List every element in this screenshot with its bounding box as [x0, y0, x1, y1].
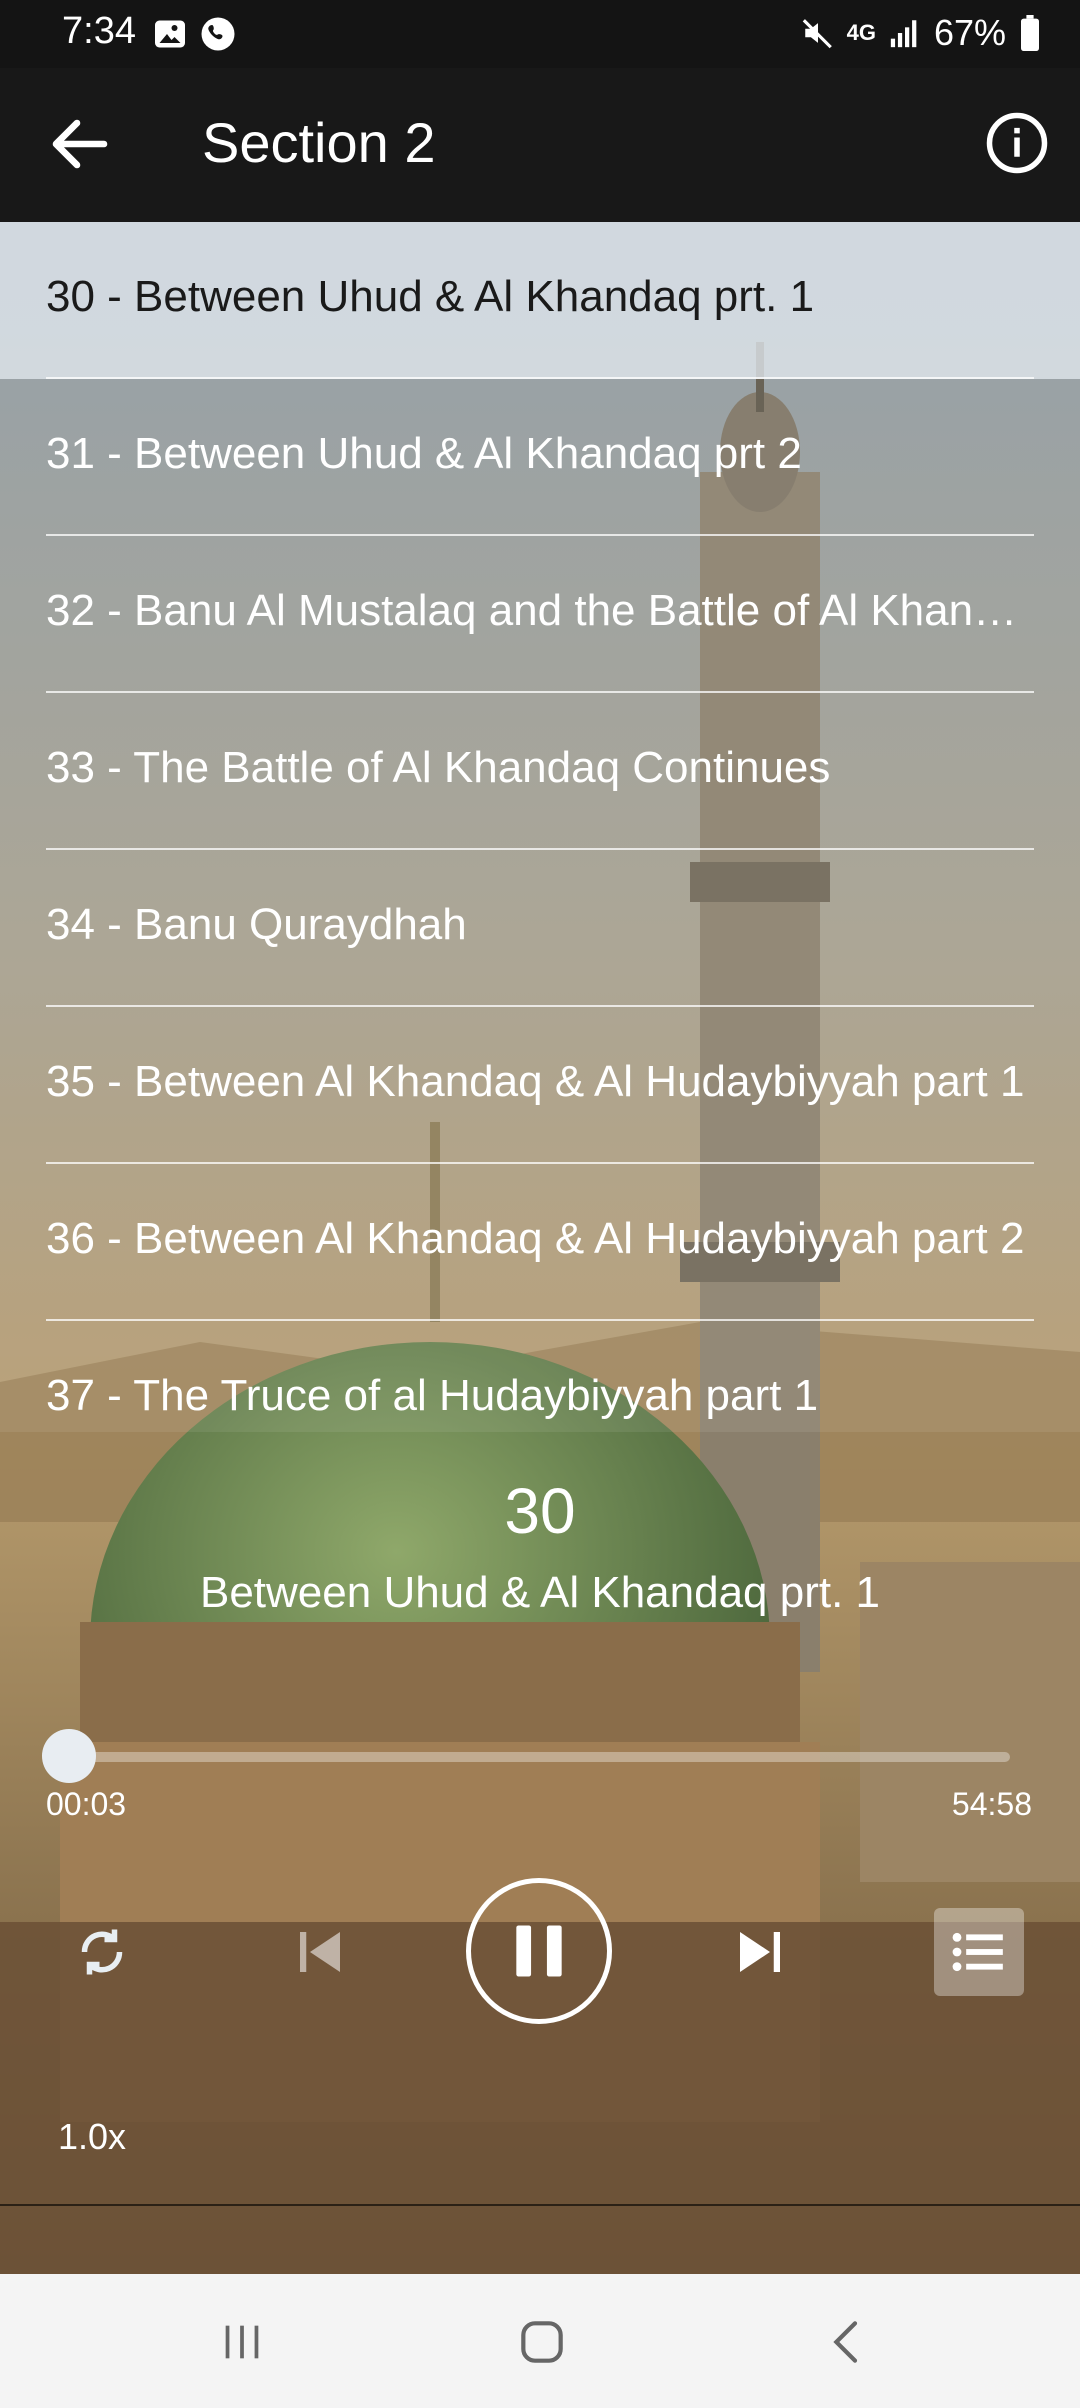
battery-icon: [1021, 15, 1039, 51]
track-row[interactable]: 30 - Between Uhud & Al Khandaq prt. 1: [0, 222, 1080, 379]
signal-icon: [890, 20, 917, 48]
system-icons: 4G 67%: [801, 12, 1042, 54]
status-bar: 7:34 4G 67%: [0, 0, 1080, 68]
track-row[interactable]: 36 - Between Al Khandaq & Al Hudaybiyyah…: [0, 1164, 1080, 1321]
track-row[interactable]: 31 - Between Uhud & Al Khandaq prt 2: [0, 379, 1080, 536]
network-type: 4G: [846, 20, 876, 45]
seek-thumb[interactable]: [42, 1729, 96, 1783]
total-time: 54:58: [951, 1786, 1032, 1822]
skip-next-icon[interactable]: [730, 1922, 790, 1982]
pause-button[interactable]: [466, 1878, 612, 2024]
playlist-button[interactable]: [934, 1908, 1024, 1996]
gallery-icon: [155, 20, 185, 48]
divider: [0, 2204, 1080, 2206]
track-row[interactable]: 33 - The Battle of Al Khandaq Continues: [0, 693, 1080, 850]
track-title: 36 - Between Al Khandaq & Al Hudaybiyyah…: [46, 1214, 1025, 1263]
pause-icon: [516, 1925, 562, 1977]
track-title: 34 - Banu Quraydhah: [46, 900, 467, 949]
track-title: 30 - Between Uhud & Al Khandaq prt. 1: [46, 272, 815, 321]
app-bar: Section 2: [0, 68, 1080, 222]
playback-speed[interactable]: 1.0x: [58, 2116, 126, 2158]
arrow-left-icon[interactable]: [44, 108, 116, 180]
list-icon: [952, 1932, 1003, 1972]
skip-previous-icon[interactable]: [290, 1922, 350, 1982]
track-title: 35 - Between Al Khandaq & Al Hudaybiyyah…: [46, 1057, 1025, 1106]
repeat-icon[interactable]: [72, 1922, 132, 1982]
track-row[interactable]: 32 - Banu Al Mustalaq and the Battle of …: [0, 536, 1080, 693]
track-row[interactable]: 37 - The Truce of al Hudaybiyyah part 1: [0, 1321, 1080, 1432]
recents-icon[interactable]: [212, 2314, 272, 2370]
current-time: 00:03: [46, 1786, 127, 1822]
back-icon[interactable]: [818, 2314, 878, 2370]
now-playing-number: 30: [504, 1475, 576, 1547]
mute-icon: [802, 19, 832, 49]
page-title: Section 2: [202, 111, 436, 174]
track-row[interactable]: 34 - Banu Quraydhah: [0, 850, 1080, 1007]
home-icon[interactable]: [512, 2314, 572, 2370]
track-row[interactable]: 35 - Between Al Khandaq & Al Hudaybiyyah…: [0, 1007, 1080, 1164]
phone-icon: [201, 17, 235, 51]
track-list: 30 - Between Uhud & Al Khandaq prt. 1 31…: [0, 222, 1080, 1432]
track-title: 37 - The Truce of al Hudaybiyyah part 1: [46, 1371, 819, 1420]
system-nav-bar: [0, 2274, 1080, 2408]
track-title: 33 - The Battle of Al Khandaq Continues: [46, 743, 831, 792]
seek-bar[interactable]: [68, 1752, 1010, 1762]
now-playing-title: Between Uhud & Al Khandaq prt. 1: [199, 1568, 881, 1617]
notification-icons: [152, 16, 236, 52]
battery-level: 67%: [933, 12, 1006, 53]
info-circle-icon[interactable]: [984, 110, 1050, 176]
track-title: 31 - Between Uhud & Al Khandaq prt 2: [46, 429, 802, 478]
status-time: 7:34: [62, 10, 136, 52]
track-title: 32 - Banu Al Mustalaq and the Battle of …: [46, 586, 1040, 635]
